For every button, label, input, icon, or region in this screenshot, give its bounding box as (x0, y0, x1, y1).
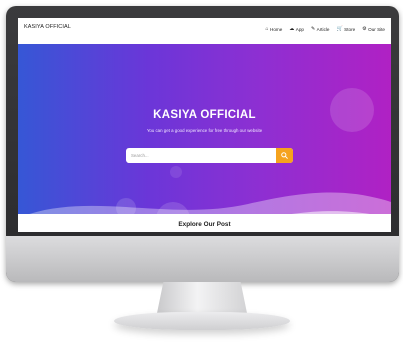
hero-title: KASIYA OFFICIAL (153, 109, 256, 121)
nav-item-label: Our Site (368, 27, 385, 32)
gear-icon: ⚙ (362, 26, 367, 32)
nav-item-store[interactable]: 🛒 Store (336, 26, 356, 33)
section-title: Explore Our Post (178, 221, 231, 228)
monitor-stand-base (114, 312, 290, 330)
nav-item-home[interactable]: ⌂ Home (265, 26, 283, 33)
nav-item-article[interactable]: ✎ Article (310, 26, 330, 33)
decorative-circle (170, 166, 182, 178)
site-brand[interactable]: KASIYA OFFICIAL (24, 24, 71, 30)
cart-icon: 🛒 (336, 26, 343, 32)
navbar: KASIYA OFFICIAL ⌂ Home ☁ App ✎ Article 🛒… (18, 18, 391, 44)
nav-item-label: Home (270, 27, 283, 32)
nav-links: ⌂ Home ☁ App ✎ Article 🛒 Store ⚙ Our Sit… (265, 26, 385, 33)
search-bar (126, 148, 293, 163)
nav-item-label: Store (344, 27, 356, 32)
search-button[interactable] (276, 148, 293, 163)
monitor-chin (6, 236, 399, 282)
search-icon (281, 152, 288, 159)
search-input[interactable] (126, 148, 276, 163)
nav-item-label: App (295, 27, 304, 32)
nav-item-app[interactable]: ☁ App (289, 26, 304, 33)
hero-banner: KASIYA OFFICIAL You can get a good exper… (18, 44, 391, 214)
hero-wave (29, 192, 391, 214)
nav-item-label: Article (316, 27, 330, 32)
cloud-icon: ☁ (289, 26, 295, 32)
website-screen: KASIYA OFFICIAL ⌂ Home ☁ App ✎ Article 🛒… (18, 18, 391, 232)
hero-subtitle: You can get a good experience for free t… (146, 128, 263, 133)
pencil-icon: ✎ (310, 26, 316, 32)
home-icon: ⌂ (265, 26, 269, 32)
nav-item-our-site[interactable]: ⚙ Our Site (362, 26, 385, 33)
